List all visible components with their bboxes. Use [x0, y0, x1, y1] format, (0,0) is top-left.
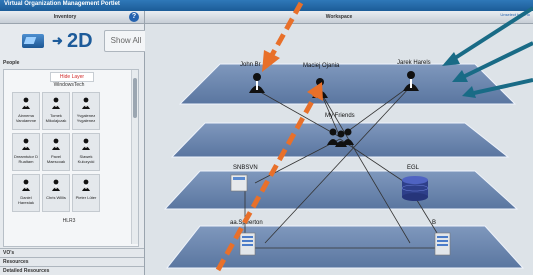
person-node-label: John Br: [240, 62, 261, 68]
section-resources[interactable]: Resources: [0, 257, 144, 266]
connection-line: [264, 86, 411, 244]
person-name: Pieter Lüter: [75, 195, 97, 200]
group-node-label: My Friends: [325, 113, 355, 119]
workspace-canvas[interactable]: John Br Maciej Ojania Jarek Harels My Fr…: [145, 11, 533, 275]
window-title: Virtual Organization Management Portlet: [4, 1, 120, 7]
workspace-panel: Workspace Unselect back to John Br Macie…: [145, 11, 533, 275]
title-bar: Virtual Organization Management Portlet: [0, 0, 533, 11]
bottom-node-label: B: [432, 220, 436, 226]
show-all-button[interactable]: Show All: [104, 30, 148, 52]
bottom-node-label: aa.Speerton: [230, 220, 263, 226]
arrow-right-icon: ➜: [52, 33, 63, 48]
server-icon[interactable]: [434, 232, 451, 256]
person-icon: [52, 97, 60, 109]
person-card[interactable]: Ainnema Vandamme: [12, 92, 40, 130]
service-node-snbsvn[interactable]: [230, 174, 248, 192]
section-vos[interactable]: VO's: [0, 248, 144, 257]
person-icon: [52, 179, 60, 191]
person-icon: [22, 97, 30, 109]
section-people[interactable]: People: [0, 60, 144, 68]
layer-services[interactable]: [163, 170, 519, 210]
subgroup-label: HLR3: [62, 218, 76, 224]
service-node-label: SNBSVN: [233, 165, 258, 171]
service-node-label: EGL: [407, 165, 420, 171]
people-list: Hide Layer WindowsTech Ainnema Vandamme …: [3, 69, 139, 247]
3d-view-icon[interactable]: [22, 34, 44, 48]
person-card[interactable]: Yvgalenez Yvgalenez: [72, 92, 100, 130]
inventory-title: Inventory: [53, 14, 77, 20]
person-icon: [22, 179, 30, 191]
person-name: Pavel Maescoak: [46, 154, 66, 164]
person-node-label: Maciej Ojania: [303, 63, 340, 69]
person-icon: [82, 179, 90, 191]
database-icon[interactable]: [401, 176, 429, 201]
inventory-panel: Inventory ? ➜ 2D Show All People Hide La…: [0, 11, 148, 275]
person-card[interactable]: Pieter Lüter: [72, 174, 100, 212]
person-card[interactable]: Pavel Maescoak: [42, 133, 70, 171]
person-icon: [52, 138, 60, 150]
person-name: Tomek Mikolajczak: [45, 113, 67, 123]
person-icon: [22, 138, 30, 150]
view-toggle: ➜ 2D Show All: [10, 28, 148, 53]
person-icon: [82, 138, 90, 150]
person-name: Slawek Kulczycki: [77, 154, 95, 164]
server-icon[interactable]: [239, 232, 256, 256]
hide-layer-button[interactable]: Hide Layer: [50, 72, 94, 82]
person-card[interactable]: Daniel Harestak: [12, 174, 40, 212]
mode-label[interactable]: 2D: [67, 30, 93, 53]
person-name: Dreamtutor D Rualtam: [13, 154, 38, 164]
person-card[interactable]: Slawek Kulczycki: [72, 133, 100, 171]
person-name: Yvgalenez Yvgalenez: [76, 113, 96, 123]
layer-group[interactable]: [170, 122, 510, 158]
layer-bottom[interactable]: [165, 225, 525, 269]
inventory-header: Inventory ?: [0, 11, 144, 24]
scrollbar-thumb[interactable]: [133, 78, 137, 118]
group-label: WindowsTech: [53, 82, 85, 88]
person-name: Chris Willis: [46, 195, 66, 200]
layer-people[interactable]: [178, 63, 517, 105]
help-icon[interactable]: ?: [129, 12, 139, 22]
section-detailed-resources[interactable]: Detailed Resources: [0, 266, 144, 275]
person-card[interactable]: Tomek Mikolajczak: [42, 92, 70, 130]
person-name: Ainnema Vandamme: [15, 113, 37, 123]
person-card[interactable]: Chris Willis: [42, 174, 70, 212]
person-icon: [82, 97, 90, 109]
person-node-label: Jarek Harels: [397, 60, 431, 66]
person-name: Daniel Harestak: [17, 195, 34, 205]
people-scrollbar[interactable]: [131, 70, 138, 244]
person-card[interactable]: Dreamtutor D Rualtam: [12, 133, 40, 171]
